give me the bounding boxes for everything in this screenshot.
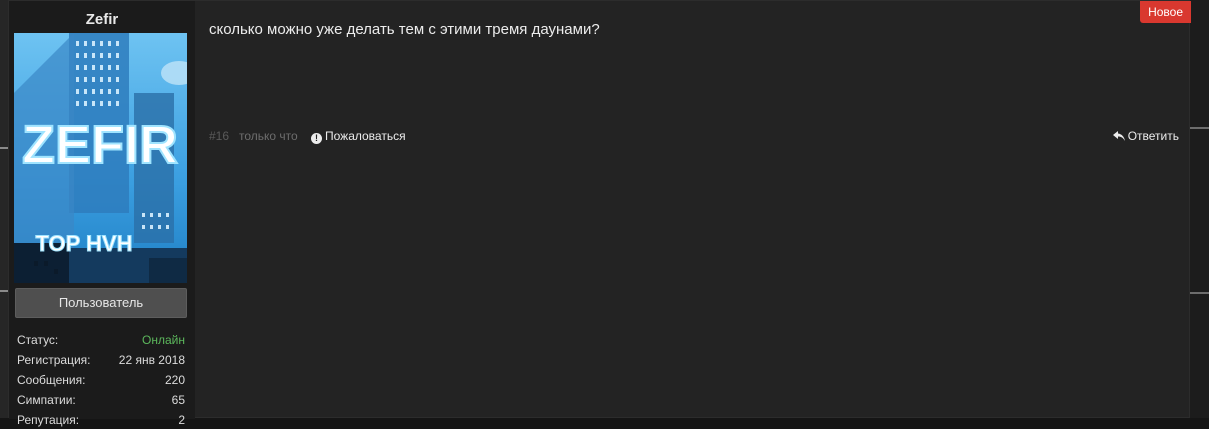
background-left-edge — [0, 0, 8, 418]
avatar[interactable]: ZEFIR TOP HVH — [14, 33, 187, 283]
stat-status: Статус: Онлайн — [17, 329, 185, 349]
stat-messages: Сообщения: 220 — [17, 369, 185, 389]
report-label: Пожаловаться — [325, 129, 406, 143]
background-line — [0, 290, 8, 292]
avatar-title-text: ZEFIR — [22, 115, 178, 175]
stat-label: Симпатии: — [17, 393, 76, 407]
forum-post: Zefir ZEFIR TOP HVH Пользователь Статус:… — [8, 0, 1191, 427]
background-line — [1190, 292, 1209, 294]
author-name[interactable]: Zefir — [9, 11, 195, 28]
reply-link[interactable]: Ответить — [1112, 129, 1179, 145]
post-message: сколько можно уже делать тем с этими тре… — [209, 21, 600, 38]
background-line — [0, 147, 8, 149]
stat-likes: Симпатии: 65 — [17, 389, 185, 409]
stat-label: Регистрация: — [17, 353, 91, 367]
post-time: только что — [239, 129, 298, 143]
post-number-link[interactable]: #16 — [209, 129, 229, 143]
reply-arrow-icon — [1112, 131, 1125, 145]
stat-registration: Регистрация: 22 янв 2018 — [17, 349, 185, 369]
stat-value: 22 янв 2018 — [118, 353, 185, 367]
stat-label: Сообщения: — [17, 373, 86, 387]
stat-label: Репутация: — [17, 413, 80, 427]
author-stats: Статус: Онлайн Регистрация: 22 янв 2018 … — [17, 329, 185, 429]
author-panel: Zefir ZEFIR TOP HVH Пользователь Статус:… — [9, 1, 195, 427]
stat-value: Онлайн — [142, 333, 185, 347]
background-line — [1190, 127, 1209, 129]
background-right-edge — [1190, 0, 1209, 418]
avatar-subtitle-text: TOP HVH — [36, 231, 133, 256]
post-content: Новое сколько можно уже делать тем с эти… — [209, 1, 1191, 419]
stat-reputation: Репутация: 2 — [17, 409, 185, 429]
user-role-badge: Пользователь — [15, 288, 187, 318]
report-link[interactable]: ! Пожаловаться — [311, 129, 406, 144]
stat-label: Статус: — [17, 333, 59, 347]
avatar-image: ZEFIR TOP HVH — [14, 33, 187, 283]
exclamation-circle-icon: ! — [311, 133, 322, 144]
stat-value: 65 — [171, 393, 185, 407]
stat-value: 2 — [178, 413, 185, 427]
reply-label: Ответить — [1127, 129, 1179, 143]
stat-value: 220 — [164, 373, 185, 387]
new-badge: Новое — [1140, 1, 1191, 23]
